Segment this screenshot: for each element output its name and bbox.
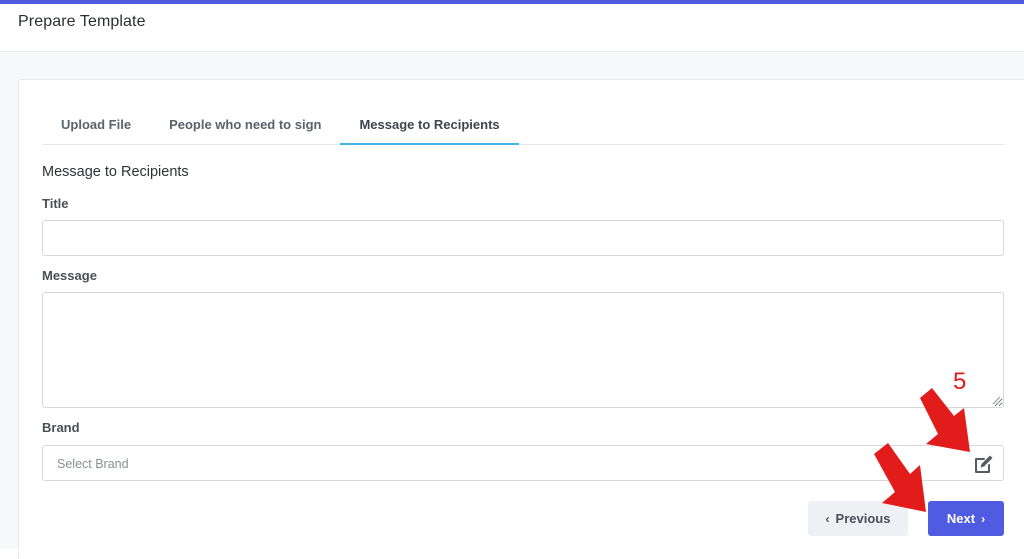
chevron-right-icon: › xyxy=(981,511,986,526)
tab-upload-file[interactable]: Upload File xyxy=(42,106,150,145)
brand-select-placeholder: Select Brand xyxy=(57,457,129,471)
section-title: Message to Recipients xyxy=(42,164,189,180)
next-button-label: Next xyxy=(946,511,976,526)
annotation-step-number: 5 xyxy=(953,368,967,395)
previous-button-label: Previous xyxy=(835,511,891,526)
wizard-tabs: Upload File People who need to sign Mess… xyxy=(42,106,1004,145)
edit-icon[interactable] xyxy=(973,453,995,475)
title-label: Title xyxy=(42,196,69,211)
message-field-wrapper xyxy=(42,292,1004,408)
page-title: Prepare Template xyxy=(18,13,146,30)
page-header: Prepare Template xyxy=(0,4,1024,52)
title-input[interactable] xyxy=(42,220,1004,256)
brand-select[interactable]: Select Brand xyxy=(42,445,1004,481)
tab-people-who-need-to-sign[interactable]: People who need to sign xyxy=(150,106,340,145)
message-textarea[interactable] xyxy=(42,292,1004,408)
chevron-left-icon: ‹ xyxy=(825,511,830,526)
tab-message-to-recipients[interactable]: Message to Recipients xyxy=(340,106,519,145)
message-label: Message xyxy=(42,268,97,283)
previous-button[interactable]: ‹ Previous xyxy=(808,501,908,536)
brand-label: Brand xyxy=(42,420,80,435)
next-button[interactable]: Next › xyxy=(928,501,1004,536)
prepare-template-card: Upload File People who need to sign Mess… xyxy=(18,79,1024,559)
